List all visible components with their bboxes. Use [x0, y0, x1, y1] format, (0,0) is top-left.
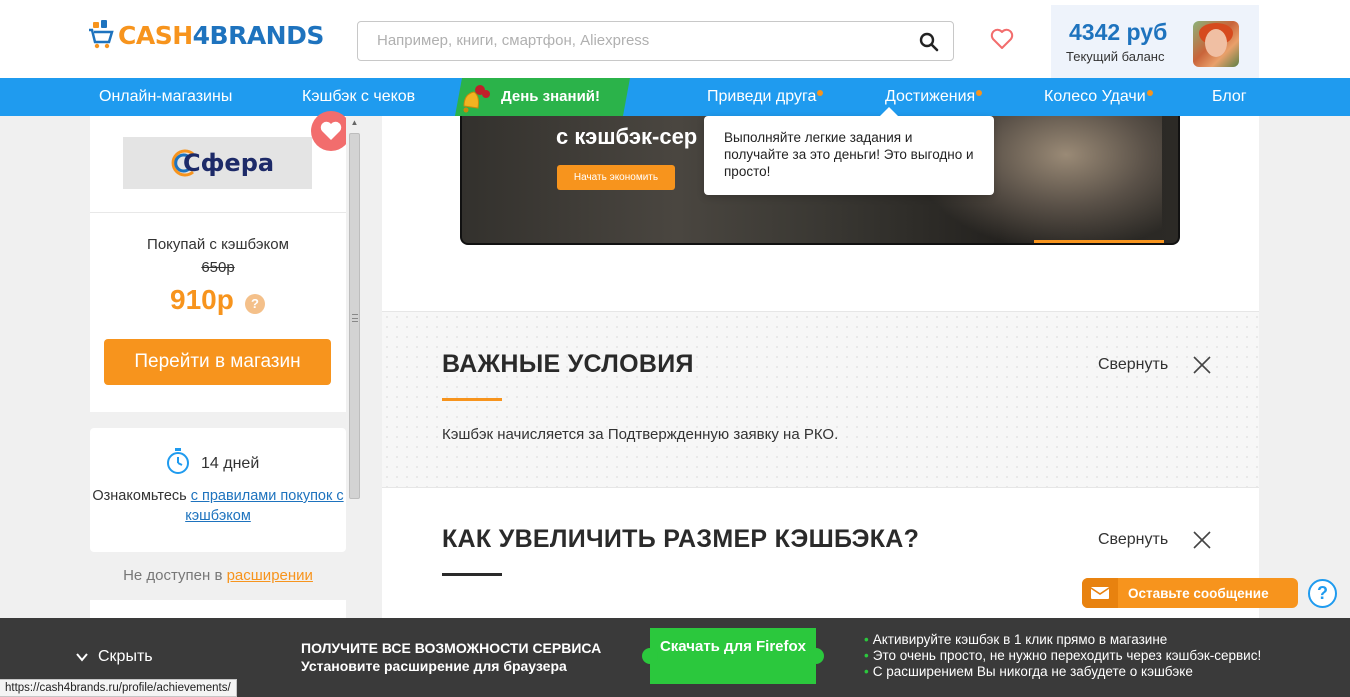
scroll-thumb[interactable] — [349, 133, 360, 499]
achievements-tooltip: Выполняйте легкие задания и получайте за… — [704, 107, 994, 195]
nav-wheel-of-fortune[interactable]: Колесо Удачи — [1044, 88, 1153, 106]
close-icon[interactable] — [1192, 355, 1212, 375]
search-icon[interactable] — [919, 32, 939, 52]
status-bar-url: https://cash4brands.ru/profile/achieveme… — [0, 679, 237, 697]
leave-message-label: Оставьте сообщение — [1128, 586, 1269, 601]
section-underline — [442, 398, 502, 401]
mail-icon — [1090, 587, 1110, 599]
logo[interactable]: CASH4BRANDS — [88, 20, 324, 50]
search-input[interactable] — [377, 32, 897, 49]
section-title: КАК УВЕЛИЧИТЬ РАЗМЕР КЭШБЭКА? — [442, 525, 920, 553]
extension-note: Не доступен в расширении — [90, 567, 346, 584]
favorite-badge[interactable] — [311, 111, 351, 151]
heart-icon — [320, 121, 342, 140]
leave-message-button[interactable]: Оставьте сообщение — [1082, 578, 1298, 608]
rules-card: 14 дней Ознакомьтесь с правилами покупок… — [90, 428, 346, 552]
extension-subtitle: Установите расширение для браузера — [301, 658, 567, 674]
extension-prefix: Не доступен в — [123, 567, 227, 584]
main-nav: Онлайн-магазины Кэшбэк с чеков Приведи д… — [0, 78, 1350, 116]
avatar[interactable] — [1193, 21, 1239, 67]
cart-icon — [89, 20, 114, 49]
sidebar-scrollbar[interactable]: ▲ — [346, 116, 363, 618]
shop-sidebar: Сфера Покупай с кэшбэком 650р 910р ? Пер… — [0, 116, 363, 630]
balance-label: Текущий баланс — [1066, 49, 1165, 64]
benefit-item: С расширением Вы никогда не забудете о к… — [864, 664, 1261, 680]
nav-invite-friend-label: Приведи друга — [707, 88, 817, 105]
balance-panel[interactable]: 4342 руб Текущий баланс — [1051, 5, 1259, 78]
rules-prefix: Ознакомьтесь — [92, 488, 191, 504]
search-box — [357, 21, 954, 61]
help-icon[interactable]: ? — [245, 294, 265, 314]
section-title: ВАЖНЫЕ УСЛОВИЯ — [442, 350, 694, 378]
section-underline — [442, 573, 502, 576]
logo-text-part1: CASH — [118, 20, 193, 50]
shop-name: Сфера — [183, 149, 275, 177]
notification-dot — [817, 90, 824, 96]
chevron-down-icon — [76, 653, 88, 662]
section-text: Кэшбэк начисляется за Подтвержденную зая… — [442, 426, 839, 443]
collapse-button[interactable]: Свернуть — [1098, 531, 1168, 549]
nav-receipt-cashback[interactable]: Кэшбэк с чеков — [302, 88, 415, 106]
buy-label: Покупай с кэшбэком — [147, 236, 289, 253]
benefit-item: Это очень просто, не нужно переходить че… — [864, 648, 1261, 664]
old-price-value: 650р — [201, 259, 235, 276]
hide-button[interactable]: Скрыть — [76, 648, 153, 666]
shop-card: Сфера Покупай с кэшбэком 650р 910р ? Пер… — [90, 116, 346, 412]
extension-benefits: Активируйте кэшбэк в 1 клик прямо в мага… — [864, 632, 1261, 680]
extension-link[interactable]: расширении — [227, 567, 313, 584]
nav-achievements-label: Достижения — [885, 88, 976, 105]
video-title: с кэшбэк-сер — [556, 124, 698, 149]
promo-label: День знаний! — [501, 88, 601, 105]
nav-achievements[interactable]: Достижения — [885, 88, 983, 106]
stopwatch-icon — [167, 448, 189, 474]
balance-amount: 4342 руб — [1069, 19, 1168, 45]
nav-invite-friend[interactable]: Приведи друга — [707, 88, 824, 106]
heart-icon[interactable] — [990, 28, 1014, 50]
nav-wheel-label: Колесо Удачи — [1044, 88, 1146, 105]
help-button[interactable]: ? — [1308, 579, 1337, 608]
bell-icon — [463, 85, 490, 113]
shop-logo[interactable]: Сфера — [123, 137, 312, 189]
new-price: 910р — [170, 284, 234, 315]
conditions-section: ВАЖНЫЕ УСЛОВИЯ Свернуть Кэшбэк начисляет… — [382, 311, 1259, 487]
header: CASH4BRANDS 4342 руб Текущий баланс — [0, 0, 1350, 78]
close-icon[interactable] — [1192, 530, 1212, 550]
video-progress — [1034, 240, 1164, 243]
logo-text-part2: 4BRANDS — [192, 20, 325, 50]
extension-title: ПОЛУЧИТЕ ВСЕ ВОЗМОЖНОСТИ СЕРВИСА — [301, 640, 602, 656]
collapse-button[interactable]: Свернуть — [1098, 356, 1168, 374]
download-firefox-button[interactable]: Скачать для Firefox — [642, 628, 824, 684]
scroll-up-arrow[interactable]: ▲ — [346, 116, 363, 130]
days-count: 14 дней — [201, 455, 260, 472]
hide-label: Скрыть — [98, 648, 153, 665]
notification-dot — [976, 90, 983, 96]
rules-text: Ознакомьтесь с правилами покупок с кэшбэ… — [90, 486, 346, 526]
go-to-shop-button[interactable]: Перейти в магазин — [104, 339, 331, 385]
notification-dot — [1146, 90, 1153, 96]
benefit-item: Активируйте кэшбэк в 1 клик прямо в мага… — [864, 632, 1261, 648]
rules-link[interactable]: с правилами покупок с кэшбэком — [185, 488, 343, 524]
nav-blog[interactable]: Блог — [1212, 88, 1247, 106]
old-price: 650р — [90, 259, 346, 276]
nav-online-shops[interactable]: Онлайн-магазины — [99, 88, 232, 106]
divider — [90, 212, 346, 213]
video-start-button[interactable]: Начать экономить — [557, 165, 675, 190]
